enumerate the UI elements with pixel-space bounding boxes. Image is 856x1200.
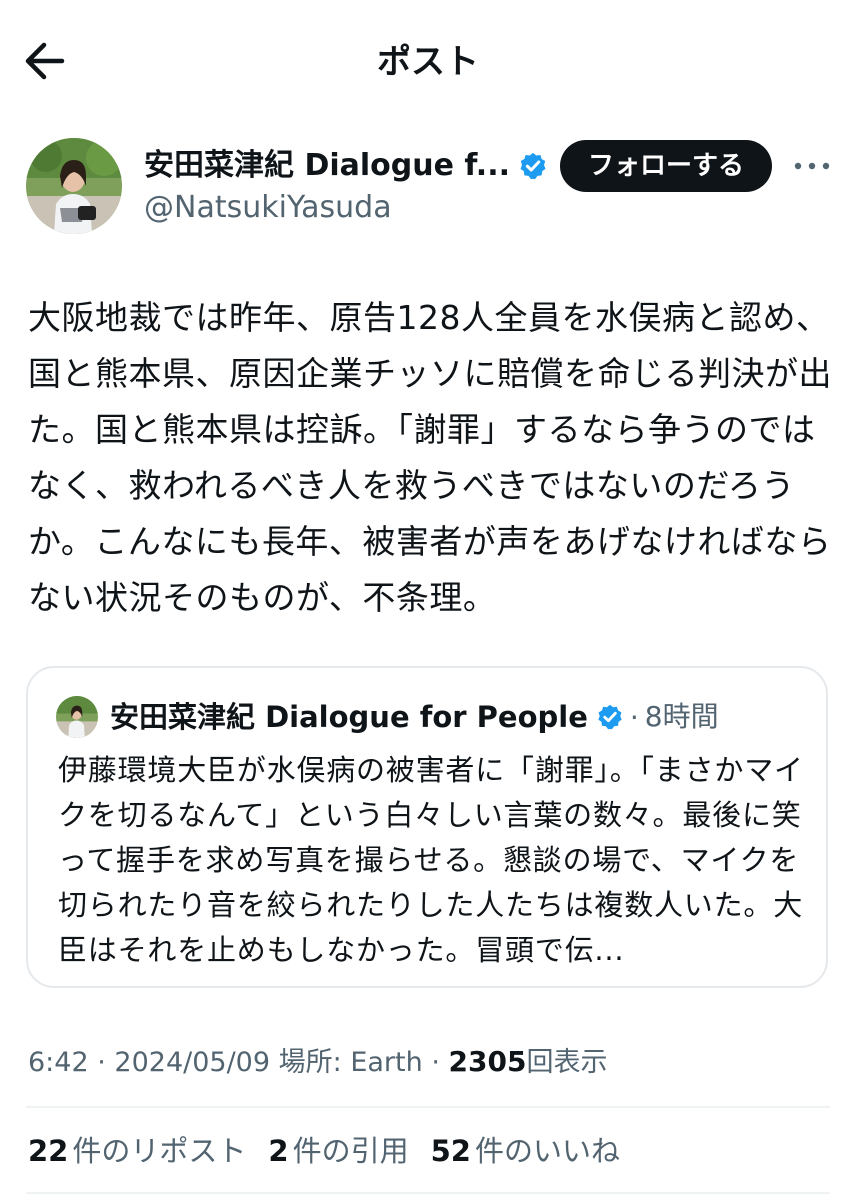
quotes-count: 2 bbox=[268, 1134, 289, 1168]
meta-separator: · bbox=[97, 1047, 106, 1078]
likes-count: 52 bbox=[430, 1134, 471, 1168]
quoted-post-card[interactable]: 安田菜津紀 Dialogue for People · 8時間 伊藤環境大臣が水… bbox=[26, 666, 828, 988]
author-handle[interactable]: @NatsukiYasuda bbox=[144, 188, 392, 228]
author-row: 安田菜津紀 Dialogue f... @NatsukiYasuda フォローす… bbox=[0, 132, 856, 242]
quoted-post-header: 安田菜津紀 Dialogue for People · 8時間 bbox=[56, 696, 719, 738]
likes-stat[interactable]: 52 件のいいね bbox=[431, 1130, 620, 1172]
avatar-photo bbox=[26, 138, 122, 234]
quoted-separator: · bbox=[629, 700, 639, 734]
quoted-timestamp: 8時間 bbox=[644, 700, 719, 733]
more-options-button[interactable] bbox=[790, 150, 834, 182]
views-count: 2305 bbox=[448, 1045, 527, 1078]
display-name: 安田菜津紀 Dialogue f... bbox=[144, 148, 510, 183]
quotes-stat[interactable]: 2 件の引用 bbox=[268, 1130, 408, 1172]
quoted-display-name: 安田菜津紀 Dialogue for People bbox=[110, 700, 588, 734]
engagement-stats: 22 件のリポスト 2 件の引用 52 件のいいね bbox=[28, 1130, 642, 1172]
more-dots-icon bbox=[794, 162, 830, 170]
top-bar: ポスト bbox=[0, 0, 856, 124]
post-time[interactable]: 6:42 bbox=[28, 1047, 89, 1078]
quoted-verified-badge-icon bbox=[598, 704, 622, 730]
reposts-count: 22 bbox=[28, 1134, 69, 1168]
author-name-link[interactable]: 安田菜津紀 Dialogue f... bbox=[144, 146, 548, 186]
post-location: 場所: Earth bbox=[278, 1047, 423, 1078]
divider bbox=[26, 1192, 830, 1194]
post-metadata: 6:42 · 2024/05/09 場所: Earth · 2305回表示 bbox=[28, 1042, 607, 1083]
follow-button[interactable]: フォローする bbox=[560, 140, 772, 192]
quoted-avatar bbox=[56, 696, 98, 738]
quoted-post-text: 伊藤環境大臣が水俣病の被害者に「謝罪」。「まさかマイクを切るなんて」という白々し… bbox=[58, 753, 804, 967]
views-label: 回表示 bbox=[526, 1047, 608, 1078]
post-date[interactable]: 2024/05/09 bbox=[114, 1047, 270, 1078]
verified-badge-icon bbox=[520, 152, 546, 180]
likes-label: 件のいいね bbox=[474, 1134, 620, 1168]
divider bbox=[26, 1106, 830, 1108]
meta-separator: · bbox=[431, 1047, 440, 1078]
page-title: ポスト bbox=[377, 42, 479, 82]
reposts-label: 件のリポスト bbox=[72, 1134, 247, 1168]
avatar[interactable] bbox=[26, 138, 122, 234]
reposts-stat[interactable]: 22 件のリポスト bbox=[28, 1130, 246, 1172]
post-text: 大阪地裁では昨年、原告128人全員を水俣病と認め、国と熊本県、原因企業チッソに賠… bbox=[28, 298, 832, 617]
quotes-label: 件の引用 bbox=[292, 1134, 409, 1168]
